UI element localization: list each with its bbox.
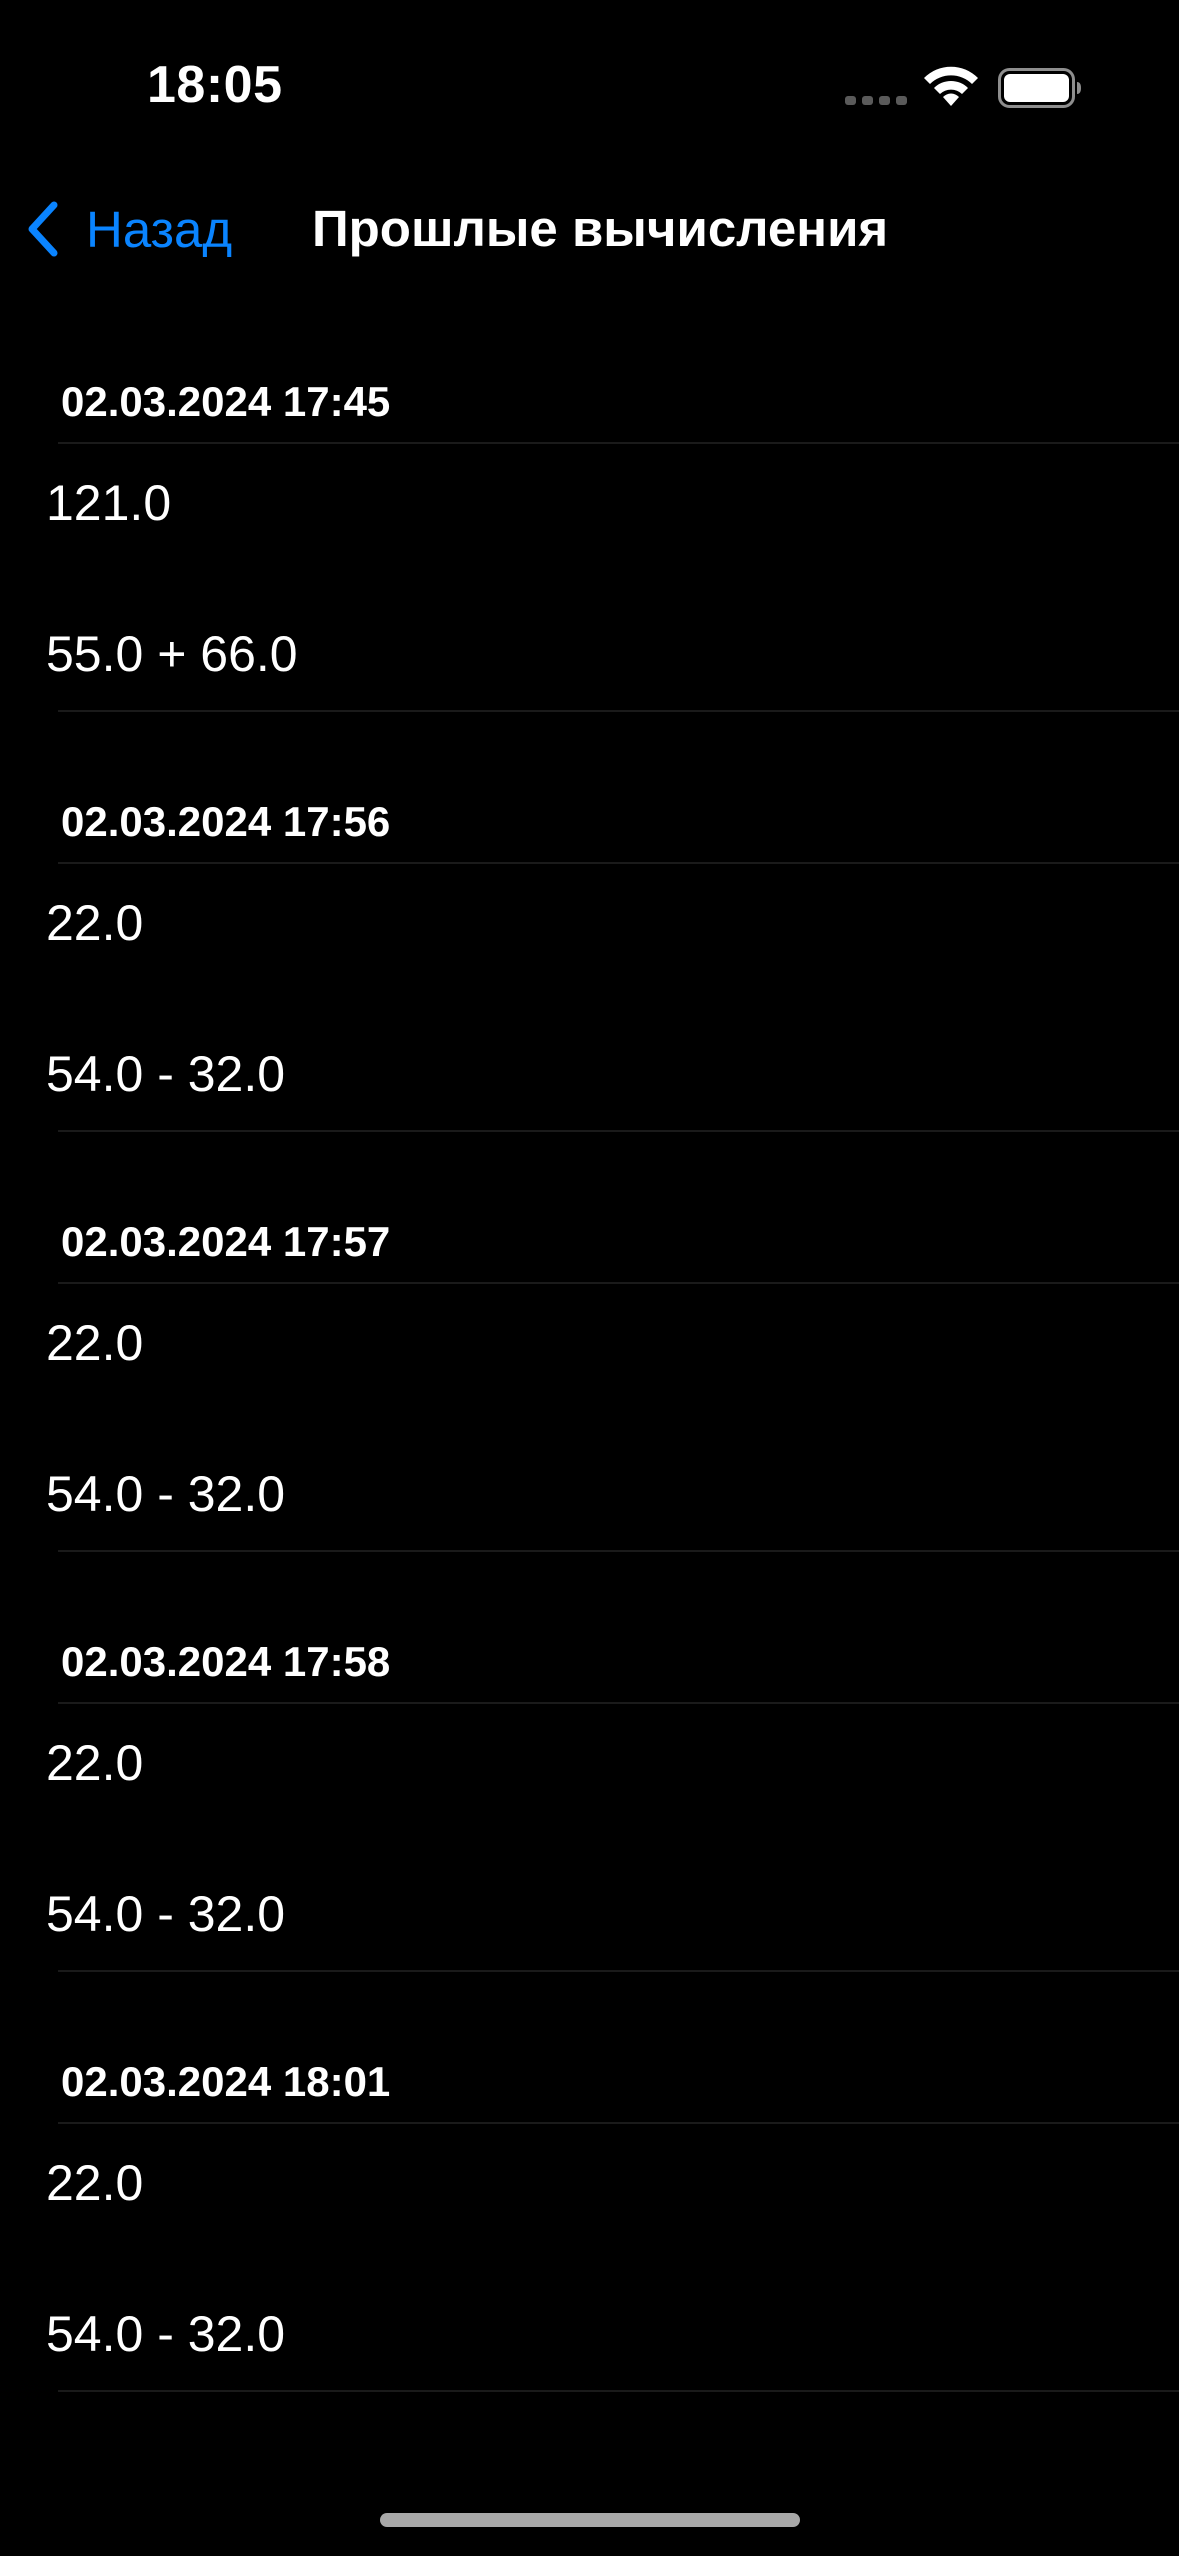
history-section: 02.03.2024 17:57 22.0 54.0 - 32.0 — [0, 1192, 1179, 1612]
separator — [58, 2390, 1179, 2392]
page-title: Прошлые вычисления — [312, 200, 889, 257]
history-section: 02.03.2024 17:45 121.0 55.0 + 66.0 — [0, 352, 1179, 772]
separator — [58, 1970, 1179, 1972]
result-value[interactable]: 121.0 — [46, 474, 171, 532]
history-section: 02.03.2024 18:01 22.0 54.0 - 32.0 — [0, 2032, 1179, 2452]
separator — [58, 1282, 1179, 1284]
status-time: 18:05 — [147, 56, 283, 114]
separator — [58, 862, 1179, 864]
separator — [58, 442, 1179, 444]
result-value[interactable]: 22.0 — [46, 2154, 143, 2212]
history-section: 02.03.2024 17:58 22.0 54.0 - 32.0 — [0, 1612, 1179, 2032]
home-indicator[interactable] — [380, 2513, 800, 2527]
expression-value[interactable]: 54.0 - 32.0 — [46, 1885, 285, 1943]
navigation-bar: Назад Прошлые вычисления — [0, 175, 1179, 285]
cellular-signal-icon — [845, 96, 907, 105]
expression-value[interactable]: 54.0 - 32.0 — [46, 1045, 285, 1103]
separator — [58, 710, 1179, 712]
chevron-left-icon — [28, 201, 58, 257]
section-timestamp: 02.03.2024 17:57 — [61, 1218, 391, 1265]
section-timestamp: 02.03.2024 17:56 — [61, 798, 391, 845]
history-list: 02.03.2024 17:45 121.0 55.0 + 66.0 02.03… — [0, 352, 1179, 2452]
section-timestamp: 02.03.2024 17:58 — [61, 1638, 391, 1685]
battery-icon — [998, 68, 1081, 108]
result-value[interactable]: 22.0 — [46, 1314, 143, 1372]
section-timestamp: 02.03.2024 18:01 — [61, 2058, 391, 2105]
expression-value[interactable]: 55.0 + 66.0 — [46, 625, 298, 683]
result-value[interactable]: 22.0 — [46, 894, 143, 952]
back-label: Назад — [86, 200, 233, 258]
expression-value[interactable]: 54.0 - 32.0 — [46, 1465, 285, 1523]
separator — [58, 2122, 1179, 2124]
separator — [58, 1550, 1179, 1552]
result-value[interactable]: 22.0 — [46, 1734, 143, 1792]
section-timestamp: 02.03.2024 17:45 — [61, 378, 391, 425]
expression-value[interactable]: 54.0 - 32.0 — [46, 2305, 285, 2363]
wifi-icon — [924, 66, 978, 106]
status-bar: 18:05 — [0, 0, 1179, 175]
history-section: 02.03.2024 17:56 22.0 54.0 - 32.0 — [0, 772, 1179, 1192]
separator — [58, 1702, 1179, 1704]
separator — [58, 1130, 1179, 1132]
back-button[interactable]: Назад — [22, 197, 232, 261]
